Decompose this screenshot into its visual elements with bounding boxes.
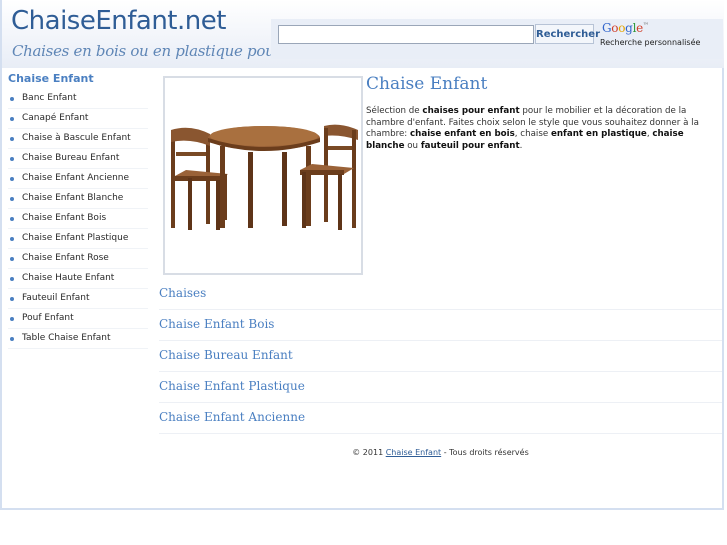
- sidebar-item-chaise-a-bascule-enfant[interactable]: Chaise à Bascule Enfant: [8, 129, 148, 149]
- sidebar-list: Banc Enfant Canapé Enfant Chaise à Bascu…: [8, 89, 148, 349]
- search-input[interactable]: [278, 25, 534, 44]
- sidebar-item-chaise-bureau-enfant[interactable]: Chaise Bureau Enfant: [8, 149, 148, 169]
- sidebar-item-label: Chaise Enfant Rose: [22, 253, 109, 263]
- bullet-icon: [10, 277, 14, 281]
- sidebar-item-label: Chaise Haute Enfant: [22, 273, 115, 283]
- google-letter: e: [636, 21, 643, 35]
- bullet-icon: [10, 97, 14, 101]
- sidebar-item-label: Fauteuil Enfant: [22, 293, 90, 303]
- footer-copyright: © 2011: [352, 448, 386, 457]
- site-title[interactable]: ChaiseEnfant.net: [11, 6, 226, 36]
- google-logo-text: Google: [602, 21, 643, 35]
- intro-paragraph: Sélection de chaises pour enfant pour le…: [366, 106, 716, 152]
- section-link-chaise-enfant-ancienne[interactable]: Chaise Enfant Ancienne: [159, 404, 722, 434]
- section-links: Chaises Chaise Enfant Bois Chaise Bureau…: [159, 280, 722, 435]
- content-title: Chaise Enfant: [366, 74, 488, 94]
- intro-bold-fauteuil-pour-enfant: fauteuil pour enfant: [420, 140, 520, 151]
- sidebar-item-label: Chaise Enfant Bois: [22, 213, 107, 223]
- search-button[interactable]: Rechercher: [535, 24, 600, 44]
- section-link-chaise-enfant-bois[interactable]: Chaise Enfant Bois: [159, 311, 722, 341]
- bullet-icon: [10, 157, 14, 161]
- bullet-icon: [10, 177, 14, 181]
- bullet-icon: [10, 137, 14, 141]
- sidebar-item-label: Pouf Enfant: [22, 313, 74, 323]
- search-box: Rechercher Google™ Recherche personnalis…: [271, 19, 723, 59]
- intro-text: ou: [404, 140, 421, 151]
- bullet-icon: [10, 237, 14, 241]
- sidebar-item-chaise-enfant-rose[interactable]: Chaise Enfant Rose: [8, 249, 148, 269]
- bullet-icon: [10, 257, 14, 261]
- page: ChaiseEnfant.net Chaises en bois ou en p…: [0, 0, 724, 510]
- footer: © 2011 Chaise Enfant - Tous droits réser…: [159, 448, 722, 457]
- sidebar-item-label: Chaise Enfant Plastique: [22, 233, 129, 243]
- sidebar-item-canape-enfant[interactable]: Canapé Enfant: [8, 109, 148, 129]
- sidebar-item-label: Banc Enfant: [22, 93, 77, 103]
- bullet-icon: [10, 297, 14, 301]
- sidebar-item-chaise-enfant-blanche[interactable]: Chaise Enfant Blanche: [8, 189, 148, 209]
- bullet-icon: [10, 117, 14, 121]
- sidebar-item-chaise-haute-enfant[interactable]: Chaise Haute Enfant: [8, 269, 148, 289]
- sidebar-item-label: Table Chaise Enfant: [22, 333, 111, 343]
- sidebar-item-fauteuil-enfant[interactable]: Fauteuil Enfant: [8, 289, 148, 309]
- intro-bold-chaises-pour-enfant: chaises pour enfant: [422, 106, 520, 116]
- intro-bold-chaise-enfant-en-bois: chaise enfant en bois: [410, 129, 515, 139]
- intro-text: Sélection de: [366, 106, 423, 116]
- google-letter: g: [625, 21, 633, 35]
- sidebar-item-chaise-enfant-ancienne[interactable]: Chaise Enfant Ancienne: [8, 169, 148, 189]
- product-photo-frame: [163, 76, 363, 275]
- bullet-icon: [10, 197, 14, 201]
- bullet-icon: [10, 217, 14, 221]
- site-header: ChaiseEnfant.net Chaises en bois ou en p…: [2, 0, 724, 68]
- footer-link[interactable]: Chaise Enfant: [386, 448, 441, 457]
- section-link-chaises[interactable]: Chaises: [159, 280, 722, 310]
- sidebar-item-label: Canapé Enfant: [22, 113, 89, 123]
- intro-bold-enfant-en-plastique: enfant en plastique: [550, 129, 647, 139]
- sidebar-item-chaise-enfant-plastique[interactable]: Chaise Enfant Plastique: [8, 229, 148, 249]
- footer-rights: - Tous droits réservés: [441, 448, 529, 457]
- sidebar-item-label: Chaise Enfant Ancienne: [22, 173, 130, 183]
- sidebar-item-chaise-enfant-bois[interactable]: Chaise Enfant Bois: [8, 209, 148, 229]
- bullet-icon: [10, 317, 14, 321]
- section-link-chaise-bureau-enfant[interactable]: Chaise Bureau Enfant: [159, 342, 722, 372]
- search-caption: Recherche personnalisée: [600, 38, 701, 47]
- sidebar-item-pouf-enfant[interactable]: Pouf Enfant: [8, 309, 148, 329]
- sidebar-item-label: Chaise à Bascule Enfant: [22, 133, 131, 143]
- sidebar-item-label: Chaise Bureau Enfant: [22, 153, 120, 163]
- table-and-chairs-image: [171, 124, 358, 230]
- sidebar: Chaise Enfant Banc Enfant Canapé Enfant …: [8, 72, 148, 349]
- intro-text: .: [519, 140, 523, 151]
- trademark-mark: ™: [642, 22, 649, 29]
- sidebar-item-table-chaise-enfant[interactable]: Table Chaise Enfant: [8, 329, 148, 349]
- intro-text: , chaise: [514, 129, 551, 139]
- sidebar-heading[interactable]: Chaise Enfant: [8, 72, 148, 86]
- sidebar-item-label: Chaise Enfant Blanche: [22, 193, 124, 203]
- sidebar-item-banc-enfant[interactable]: Banc Enfant: [8, 89, 148, 109]
- google-logo: Google™: [602, 21, 649, 35]
- bullet-icon: [10, 337, 14, 341]
- section-link-chaise-enfant-plastique[interactable]: Chaise Enfant Plastique: [159, 373, 722, 403]
- google-letter: G: [602, 21, 612, 35]
